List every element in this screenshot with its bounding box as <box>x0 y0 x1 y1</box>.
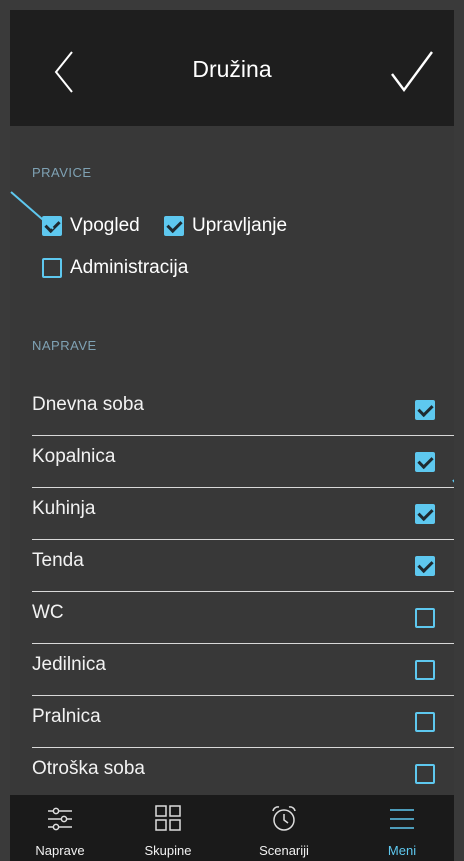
device-row[interactable]: Otroška soba <box>10 748 454 800</box>
hamburger-menu-icon <box>390 809 414 829</box>
device-name: Dnevna soba <box>32 394 144 415</box>
device-row[interactable]: Kuhinja <box>10 488 454 540</box>
device-name: Tenda <box>32 550 84 571</box>
tab-label: Naprave <box>35 843 85 858</box>
tab-label: Skupine <box>144 843 192 858</box>
device-checkbox[interactable] <box>415 556 435 576</box>
device-row[interactable]: Dnevna soba <box>10 384 454 436</box>
permission-vpogled[interactable]: Vpogled <box>42 215 140 237</box>
tab-meni[interactable]: Meni <box>352 795 452 861</box>
confirm-button[interactable] <box>388 48 438 96</box>
callout-pointer-left <box>10 191 54 230</box>
device-checkbox[interactable] <box>415 608 435 628</box>
device-row[interactable]: Pralnica <box>10 696 454 748</box>
devices-section-label: NAPRAVE <box>32 338 97 353</box>
tab-label: Scenariji <box>259 843 309 858</box>
permissions-section-label: PRAVICE <box>32 165 92 180</box>
device-name: Pralnica <box>32 706 101 727</box>
checkmark-icon <box>391 51 433 93</box>
device-name: Kuhinja <box>32 498 96 519</box>
device-name: Jedilnica <box>32 654 106 675</box>
tab-skupine[interactable]: Skupine <box>118 795 218 861</box>
permission-label: Vpogled <box>70 215 140 236</box>
tab-label: Meni <box>387 843 417 858</box>
device-checkbox[interactable] <box>415 452 435 472</box>
grid-icon <box>155 805 181 831</box>
permission-administracija[interactable]: Administracija <box>42 257 188 279</box>
permission-label: Upravljanje <box>192 215 288 236</box>
tab-scenariji[interactable]: Scenariji <box>234 795 334 861</box>
alarm-clock-icon <box>272 806 296 831</box>
tab-naprave[interactable]: Naprave <box>10 795 110 861</box>
device-row[interactable]: Kopalnica <box>10 436 454 488</box>
device-name: Otroška soba <box>32 758 145 779</box>
bottom-tab-bar: Naprave Skupine Scenariji Meni <box>10 795 454 861</box>
device-checkbox[interactable] <box>415 764 435 784</box>
device-row[interactable]: Jedilnica <box>10 644 454 696</box>
device-checkbox[interactable] <box>415 660 435 680</box>
device-name: Kopalnica <box>32 446 116 467</box>
device-row[interactable]: WC <box>10 592 454 644</box>
device-name: WC <box>32 602 64 623</box>
app-screen: Družina PRAVICE Vpogled Upravljanje Admi… <box>10 10 454 861</box>
device-row[interactable]: Tenda <box>10 540 454 592</box>
sliders-icon <box>48 807 72 831</box>
device-checkbox[interactable] <box>415 712 435 732</box>
permission-checkbox[interactable] <box>164 216 184 236</box>
permission-upravljanje[interactable]: Upravljanje <box>164 215 287 237</box>
header-bar: Družina <box>10 10 454 126</box>
permission-label: Administracija <box>70 257 189 278</box>
permission-checkbox[interactable] <box>42 258 62 278</box>
device-checkbox[interactable] <box>415 400 435 420</box>
device-checkbox[interactable] <box>415 504 435 524</box>
